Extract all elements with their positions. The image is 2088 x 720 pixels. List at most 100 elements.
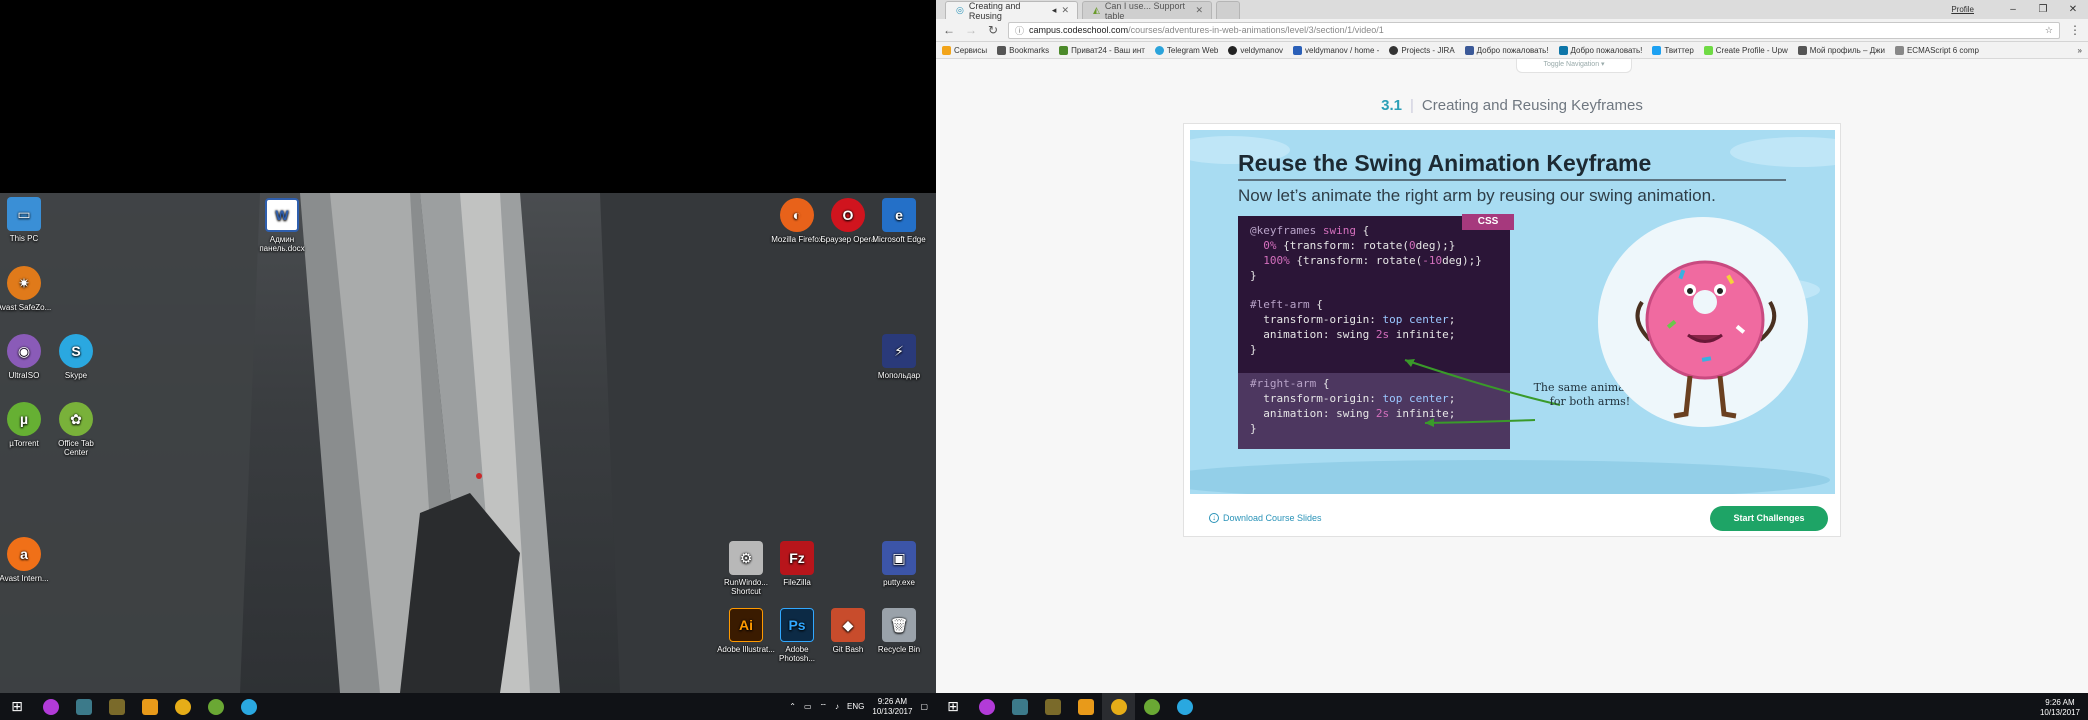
upwork-icon [1703,45,1713,55]
taskbar-app-6[interactable] [199,693,232,720]
taskbar-chrome[interactable] [166,693,199,720]
windows-start-icon[interactable]: ⊞ [936,693,970,720]
bookmark-item[interactable]: Приват24 - Ваш инт [1059,45,1145,55]
volume-icon[interactable]: ♪ [835,702,839,711]
codeschool-favicon-icon: ◎ [956,5,964,15]
tab-can-i-use[interactable]: ◭ Can I use... Support table ✕ [1082,1,1212,21]
chevron-more-icon[interactable]: » [2078,46,2082,55]
slide-title-rule [1238,179,1786,181]
taskbar-app-1[interactable] [34,693,67,720]
lesson-number: 3.1 [1381,97,1402,114]
desktop-icon-this-pc[interactable]: ▭ This PC [0,197,54,243]
desktop-icon-office-tab[interactable]: ✿ Office Tab Center [46,402,106,457]
jira-icon [1389,45,1399,55]
opera-icon: O [831,198,865,232]
close-icon[interactable]: ✕ [1195,5,1203,16]
menu-icon[interactable]: ⋮ [2068,23,2082,37]
lesson-title: Creating and Reusing Keyframes [1421,97,1643,114]
chevron-up-icon[interactable]: ⌃ [789,702,796,711]
taskbar-app-2[interactable] [1003,698,1036,715]
left-monitor: ▭ This PC ✷ Avast SafeZo... ◉ UltraISO S… [0,0,936,720]
tab-creating-reusing[interactable]: ◎ Creating and Reusing ◂ ✕ [945,1,1078,21]
github-icon [1228,45,1238,55]
taskbar-skype[interactable] [232,693,265,720]
desktop-icon-avast[interactable]: a Avast Intern... [0,537,54,583]
taskbar-skype[interactable] [1168,698,1201,715]
ultraiso-icon: ◉ [7,334,41,368]
bookmark-item[interactable]: Telegram Web [1154,45,1218,55]
bookmark-item[interactable]: Добро пожаловать! [1464,45,1549,55]
privat24-icon [1059,45,1069,55]
bookmark-star-icon[interactable]: ☆ [2045,25,2053,36]
desktop-icon-avast-safezone[interactable]: ✷ Avast SafeZo... [0,266,54,312]
minimize-icon[interactable]: – [1998,4,2028,15]
desktop-icon-skype[interactable]: S Skype [46,334,106,380]
bookmark-item[interactable]: veldymanov [1228,45,1283,55]
restore-icon[interactable]: ❐ [2028,4,2058,15]
bookmark-item[interactable]: Bookmarks [997,45,1049,55]
close-window-icon[interactable]: ✕ [2058,4,2088,15]
taskbar-app-1[interactable] [970,698,1003,715]
url-path: /courses/adventures-in-web-animations/le… [1128,25,1384,35]
download-slides-link[interactable]: ↓ Download Course Slides [1209,513,1322,523]
taskbar-app-4[interactable] [133,693,166,720]
taskbar-app-4[interactable] [1069,698,1102,715]
address-bar[interactable]: ⓘ campus.codeschool.com/courses/adventur… [1008,21,2060,39]
system-tray: ⌃ ▭ ⌔ ♪ ENG 9:26 AM 10/13/2017 ▢ [789,693,936,720]
info-icon[interactable]: ⓘ [1015,24,1024,37]
desktop-icon-edge[interactable]: e Microsoft Edge [869,198,929,244]
bookmark-item[interactable]: Добро пожаловать! [1558,45,1642,55]
bookmark-item[interactable]: Мой профиль – Джи [1797,45,1885,55]
bookmark-item[interactable]: Сервисы [942,45,987,55]
battery-icon[interactable]: ▭ [804,702,812,711]
forward-icon[interactable]: → [964,23,978,37]
taskbar-app-2[interactable] [67,693,100,720]
monolar-icon: ⚡ [882,334,916,368]
desktop-icon-filezilla[interactable]: Fz FileZilla [767,541,827,587]
djinni-icon [1797,45,1807,55]
taskbar-app-3[interactable] [1036,698,1069,715]
lesson-heading: 3.1 | Creating and Reusing Keyframes [1381,97,1643,114]
filezilla-icon: Fz [780,541,814,575]
desktop-icon-monolar[interactable]: ⚡ Мопольдар [869,334,929,380]
download-icon: ↓ [1209,513,1219,523]
photoshop-icon: Ps [780,608,814,642]
close-icon[interactable]: ✕ [1061,5,1069,16]
taskbar-clock-right[interactable]: 9:26 AM 10/13/2017 [2040,698,2080,718]
windows-start-icon[interactable]: ⊞ [0,693,34,720]
desktop-icon-putty[interactable]: ▣ putty.exe [869,541,929,587]
avast-safezone-icon: ✷ [7,266,41,300]
desktop-icon-word-doc[interactable]: W Админ панель.docx [252,198,312,253]
bookmarks-bar: Сервисы Bookmarks Приват24 - Ваш инт Tel… [936,42,2088,59]
taskbar-chrome[interactable] [1102,693,1135,720]
desktop-icon-recycle-bin[interactable]: 🗑 Recycle Bin [869,608,929,654]
language-indicator[interactable]: ENG [847,702,864,711]
bookmark-item[interactable]: ECMAScript 6 comp [1894,45,1979,55]
utorrent-icon: µ [7,402,41,436]
taskbar-app-6[interactable] [1135,698,1168,715]
back-icon[interactable]: ← [942,23,956,37]
word-document-icon: W [265,198,299,232]
network-icon[interactable]: ⌔ [820,702,828,712]
new-tab-button[interactable] [1216,1,1240,19]
computer-icon: ▭ [7,197,41,231]
bookmark-item[interactable]: Projects - JIRA [1389,45,1455,55]
linkedin-icon [1558,45,1568,55]
edge-icon: e [882,198,916,232]
bookmark-item[interactable]: veldymanov / home - [1293,45,1379,55]
profile-name[interactable]: Profile [1951,5,1974,14]
git-icon: ◆ [831,608,865,642]
taskbar-app-3[interactable] [100,693,133,720]
taskbar-clock[interactable]: 9:26 AM 10/13/2017 [872,697,912,717]
notification-icon[interactable]: ▢ [920,702,928,711]
start-challenges-button[interactable]: Start Challenges [1710,505,1828,531]
tab-audio-icon[interactable]: ◂ [1052,5,1057,16]
url-host: campus.codeschool.com [1029,25,1129,35]
bookmark-item[interactable]: Твиттер [1652,45,1694,55]
css-tag: CSS [1462,214,1514,230]
right-taskbar: ⊞ 9:26 AM 10/13/2017 [936,693,2088,720]
toggle-navigation-button[interactable]: Toggle Navigation ▾ [1516,59,1632,73]
bookmark-item[interactable]: Create Profile - Upw [1703,45,1788,55]
video-player[interactable]: Reuse the Swing Animation Keyframe Now l… [1190,130,1835,494]
reload-icon[interactable]: ↻ [986,23,1000,37]
